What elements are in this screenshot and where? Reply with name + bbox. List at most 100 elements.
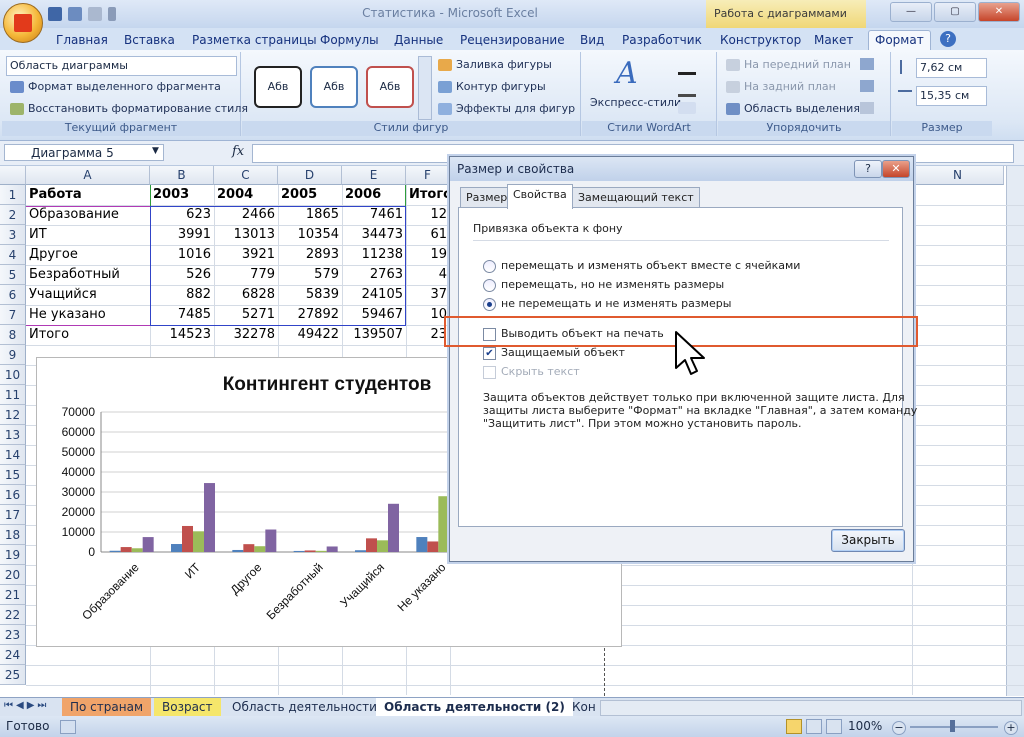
shape-fill-button[interactable]: Заливка фигуры bbox=[438, 58, 552, 71]
align-icon[interactable] bbox=[860, 58, 874, 70]
tab-review[interactable]: Рецензирование bbox=[454, 31, 571, 50]
row-header[interactable]: 18 bbox=[0, 525, 26, 545]
save-icon[interactable] bbox=[48, 7, 62, 21]
column-header[interactable]: D bbox=[278, 166, 342, 185]
bring-front-button[interactable]: На передний план bbox=[726, 58, 851, 71]
styles-scroll[interactable] bbox=[418, 56, 432, 120]
sheet-tab[interactable]: Область деятельности bbox=[224, 698, 385, 716]
sheet-tab[interactable]: Кон bbox=[564, 698, 604, 716]
sheet-tab[interactable]: По странам bbox=[62, 698, 151, 716]
row-header[interactable]: 23 bbox=[0, 625, 26, 645]
sheet-tab-active[interactable]: Область деятельности (2) bbox=[376, 698, 573, 716]
column-header[interactable]: N bbox=[912, 166, 1004, 185]
zoom-out-icon[interactable]: − bbox=[892, 721, 906, 735]
tab-format[interactable]: Формат bbox=[868, 30, 931, 50]
fx-icon[interactable]: fx bbox=[232, 144, 244, 159]
sheet-nav-arrows-icon[interactable]: ⏮◀▶⏭ bbox=[4, 700, 49, 711]
cell-value[interactable]: 14523 bbox=[150, 325, 214, 345]
row-header[interactable]: 21 bbox=[0, 585, 26, 605]
zoom-slider-thumb[interactable] bbox=[950, 720, 955, 732]
cell-value[interactable]: 12 bbox=[406, 205, 450, 225]
row-header[interactable]: 9 bbox=[0, 345, 26, 365]
row-header[interactable]: 25 bbox=[0, 665, 26, 685]
locked-checkbox[interactable]: ✔ bbox=[483, 347, 496, 360]
column-header[interactable]: F bbox=[406, 166, 450, 185]
tab-layout[interactable]: Макет bbox=[808, 31, 859, 50]
macro-record-icon[interactable] bbox=[60, 720, 76, 734]
row-header[interactable]: 4 bbox=[0, 245, 26, 265]
row-header[interactable]: 19 bbox=[0, 545, 26, 565]
text-outline-icon[interactable] bbox=[678, 80, 696, 97]
row-header[interactable]: 10 bbox=[0, 365, 26, 385]
row-header[interactable]: 1 bbox=[0, 185, 26, 205]
row-header[interactable]: 20 bbox=[0, 565, 26, 585]
zoom-in-icon[interactable]: + bbox=[1004, 721, 1018, 735]
row-header[interactable]: 15 bbox=[0, 465, 26, 485]
tab-home[interactable]: Главная bbox=[50, 31, 114, 50]
sheet-tab[interactable]: Возраст bbox=[154, 698, 221, 716]
cell-a1[interactable]: Работа bbox=[26, 185, 150, 205]
tab-insert[interactable]: Вставка bbox=[118, 31, 181, 50]
column-header[interactable]: A bbox=[26, 166, 150, 185]
row-header[interactable]: 16 bbox=[0, 485, 26, 505]
office-button[interactable] bbox=[3, 3, 43, 43]
row-header[interactable]: 7 bbox=[0, 305, 26, 325]
close-window-button[interactable]: ✕ bbox=[978, 2, 1020, 22]
cell-value[interactable]: 37 bbox=[406, 285, 450, 305]
dialog-help-button[interactable]: ? bbox=[854, 160, 882, 178]
cell-label[interactable]: Итого bbox=[26, 325, 150, 345]
row-header[interactable]: 14 bbox=[0, 445, 26, 465]
cell-value[interactable]: 139507 bbox=[342, 325, 406, 345]
reset-style-button[interactable]: Восстановить форматирование стиля bbox=[10, 102, 248, 115]
tab-page-layout[interactable]: Разметка страницы bbox=[186, 31, 323, 50]
selection-pane-button[interactable]: Область выделения bbox=[726, 102, 860, 115]
height-field[interactable]: 7,62 см bbox=[916, 58, 987, 78]
column-header[interactable]: E bbox=[342, 166, 406, 185]
cell-value[interactable]: 32278 bbox=[214, 325, 278, 345]
row-header[interactable]: 11 bbox=[0, 385, 26, 405]
shape-style-swatch-1[interactable]: Абв bbox=[254, 66, 302, 108]
row-header[interactable]: 13 bbox=[0, 425, 26, 445]
column-header[interactable]: C bbox=[214, 166, 278, 185]
chart-element-combo[interactable]: Область диаграммы bbox=[6, 56, 237, 76]
cell-value[interactable]: 49422 bbox=[278, 325, 342, 345]
row-header[interactable]: 2 bbox=[0, 205, 26, 225]
minimize-button[interactable]: — bbox=[890, 2, 932, 22]
shape-style-swatch-2[interactable]: Абв bbox=[310, 66, 358, 108]
cell-value[interactable]: 61 bbox=[406, 225, 450, 245]
row-header[interactable]: 5 bbox=[0, 265, 26, 285]
row-header[interactable]: 3 bbox=[0, 225, 26, 245]
rotate-icon[interactable] bbox=[860, 102, 874, 114]
zoom-level[interactable]: 100% bbox=[848, 719, 882, 733]
radio-move-and-size[interactable] bbox=[483, 260, 496, 273]
tab-data[interactable]: Данные bbox=[388, 31, 449, 50]
format-selection-button[interactable]: Формат выделенного фрагмента bbox=[10, 80, 221, 93]
page-layout-view-icon[interactable] bbox=[806, 719, 822, 734]
undo-icon[interactable] bbox=[68, 7, 82, 21]
shape-outline-button[interactable]: Контур фигуры bbox=[438, 80, 546, 93]
dialog-tab-alt-text[interactable]: Замещающий текст bbox=[572, 187, 700, 208]
select-all[interactable] bbox=[0, 166, 26, 185]
page-break-view-icon[interactable] bbox=[826, 719, 842, 734]
send-back-button[interactable]: На задний план bbox=[726, 80, 836, 93]
dialog-close-button[interactable]: Закрыть bbox=[831, 529, 905, 552]
text-effects-icon[interactable] bbox=[678, 102, 696, 114]
row-header[interactable]: 12 bbox=[0, 405, 26, 425]
normal-view-icon[interactable] bbox=[786, 719, 802, 734]
shape-style-swatch-3[interactable]: Абв bbox=[366, 66, 414, 108]
redo-icon[interactable] bbox=[88, 7, 102, 21]
cell-f1[interactable]: Итого bbox=[406, 185, 452, 205]
radio-no-move-no-size[interactable] bbox=[483, 298, 496, 311]
tab-formulas[interactable]: Формулы bbox=[314, 31, 385, 50]
cell-value[interactable]: 19 bbox=[406, 245, 450, 265]
row-header[interactable]: 8 bbox=[0, 325, 26, 345]
width-field[interactable]: 15,35 см bbox=[916, 86, 987, 106]
name-box[interactable]: Диаграмма 5 bbox=[4, 144, 164, 161]
row-header[interactable]: 17 bbox=[0, 505, 26, 525]
name-box-dropdown-icon[interactable]: ▼ bbox=[152, 146, 159, 156]
hide-text-checkbox[interactable] bbox=[483, 366, 496, 379]
tab-developer[interactable]: Разработчик bbox=[616, 31, 708, 50]
column-header[interactable]: B bbox=[150, 166, 214, 185]
help-icon[interactable]: ? bbox=[940, 31, 956, 47]
shape-effects-button[interactable]: Эффекты для фигур bbox=[438, 102, 575, 115]
